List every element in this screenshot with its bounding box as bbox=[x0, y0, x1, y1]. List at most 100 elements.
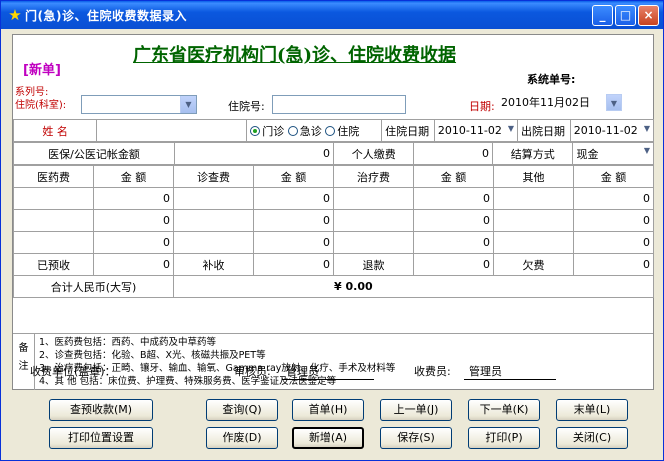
app-star-icon: ★ bbox=[8, 6, 22, 24]
query-button[interactable]: 查询(Q) bbox=[206, 399, 278, 421]
name-input[interactable] bbox=[96, 119, 248, 142]
admit-date-value: 2010-11-02 bbox=[437, 124, 502, 137]
settle-method-combo[interactable]: 现金 ▼ bbox=[572, 142, 654, 165]
print-position-button[interactable]: 打印位置设置 bbox=[49, 427, 153, 449]
self-pay-label: 个人缴费 bbox=[332, 142, 415, 165]
reviewer-underline bbox=[282, 379, 374, 380]
add-button[interactable]: 新增(A) bbox=[292, 427, 364, 449]
fee-item-cell[interactable] bbox=[13, 231, 94, 254]
receipt-form: 广东省医疗机构门(急)诊、住院收费收据 [新单] 系统单号: 系列号: 住院(科… bbox=[12, 34, 655, 390]
query-prepaid-button[interactable]: 查预收款(M) bbox=[49, 399, 153, 421]
radio-unchecked-icon bbox=[287, 125, 298, 136]
fee-item-cell[interactable] bbox=[13, 209, 94, 232]
maximize-button[interactable]: □ bbox=[615, 5, 636, 26]
payment-row-table: 医保/公医记帐金额 0 个人缴费 0 结算方式 现金 ▼ bbox=[13, 142, 654, 165]
refund-input[interactable]: 0 bbox=[413, 253, 494, 276]
fee-amount-cell[interactable]: 0 bbox=[573, 209, 654, 232]
note-line: 2、诊查费包括：化验、B超、X光、核磁共振及PET等 bbox=[39, 350, 266, 361]
unit-label: 收费单位(盖章)： bbox=[30, 365, 116, 378]
fee-amount-cell[interactable]: 0 bbox=[253, 231, 334, 254]
settle-method-label: 结算方式 bbox=[491, 142, 574, 165]
fee-item-cell[interactable] bbox=[493, 231, 574, 254]
cashier-value: 管理员 bbox=[469, 365, 502, 378]
self-pay-input[interactable]: 0 bbox=[413, 142, 493, 165]
supplement-label: 补收 bbox=[173, 253, 254, 276]
department-label: 住院(科室): bbox=[15, 100, 67, 111]
fee-table: 医药费 金 额 诊查费 金 额 治疗费 金 额 其他 金 额 0 0 0 0 0… bbox=[13, 165, 654, 298]
save-button[interactable]: 保存(S) bbox=[380, 427, 452, 449]
settle-dropdown-icon[interactable]: ▼ bbox=[644, 146, 650, 155]
prev-record-button[interactable]: 上一单(J) bbox=[380, 399, 452, 421]
discharge-date-value: 2010-11-02 bbox=[573, 124, 638, 137]
fee-item-cell[interactable] bbox=[493, 209, 574, 232]
minimize-button[interactable]: _ bbox=[592, 5, 613, 26]
fee-item-cell[interactable] bbox=[333, 209, 414, 232]
discharge-date-field[interactable]: 2010-11-02 ▼ bbox=[569, 119, 655, 142]
title-bar[interactable]: ★ 门(急)诊、住院收费数据录入 _ □ × bbox=[1, 1, 663, 29]
fee-header: 金 额 bbox=[93, 165, 174, 188]
fee-item-cell[interactable] bbox=[173, 187, 254, 210]
next-record-button[interactable]: 下一单(K) bbox=[468, 399, 540, 421]
notes-label: 备注 bbox=[13, 334, 35, 390]
fee-header-row: 医药费 金 额 诊查费 金 额 治疗费 金 额 其他 金 额 bbox=[13, 165, 654, 188]
fee-amount-cell[interactable]: 0 bbox=[93, 187, 174, 210]
receipt-heading: 广东省医疗机构门(急)诊、住院收费收据 bbox=[133, 45, 457, 66]
close-button[interactable]: 关闭(C) bbox=[556, 427, 628, 449]
client-area: 广东省医疗机构门(急)诊、住院收费收据 [新单] 系统单号: 系列号: 住院(科… bbox=[4, 29, 660, 459]
name-label: 姓 名 bbox=[12, 119, 98, 142]
date-picker[interactable]: 2010年11月02日 ▼ bbox=[498, 94, 622, 113]
fee-amount-cell[interactable]: 0 bbox=[413, 187, 494, 210]
fee-item-cell[interactable] bbox=[13, 187, 94, 210]
fee-item-cell[interactable] bbox=[333, 231, 414, 254]
fee-amount-cell[interactable]: 0 bbox=[413, 209, 494, 232]
total-row: 合计人民币(大写) ¥ 0.00 bbox=[13, 275, 654, 298]
inpatient-no-input[interactable] bbox=[272, 95, 406, 114]
fee-header: 治疗费 bbox=[333, 165, 414, 188]
dropdown-arrow-icon[interactable]: ▼ bbox=[180, 96, 196, 113]
fee-header: 金 额 bbox=[253, 165, 334, 188]
print-button[interactable]: 打印(P) bbox=[468, 427, 540, 449]
notes-lines: 1、医药费包括：西药、中成药及中草药等 2、诊查费包括：化验、B超、X光、核磁共… bbox=[39, 336, 395, 388]
cashier-underline bbox=[464, 379, 556, 380]
fee-amount-cell[interactable]: 0 bbox=[573, 231, 654, 254]
fee-header: 其他 bbox=[493, 165, 574, 188]
radio-unchecked-icon bbox=[325, 125, 336, 136]
fee-amount-cell[interactable]: 0 bbox=[93, 209, 174, 232]
fee-header: 金 额 bbox=[413, 165, 494, 188]
fee-amount-cell[interactable]: 0 bbox=[573, 187, 654, 210]
fee-item-cell[interactable] bbox=[173, 231, 254, 254]
fee-amount-cell[interactable]: 0 bbox=[93, 231, 174, 254]
calendar-dropdown-icon[interactable]: ▼ bbox=[606, 94, 622, 111]
reviewer-label: 审核员: bbox=[234, 365, 271, 378]
fee-item-cell[interactable] bbox=[173, 209, 254, 232]
name-row-table: 姓 名 门诊 急诊 住院 住院日期 2010-11-02 ▼ 出院日期 2010… bbox=[12, 119, 655, 142]
admit-date-field[interactable]: 2010-11-02 ▼ bbox=[433, 119, 519, 142]
prepaid-label: 已预收 bbox=[13, 253, 94, 276]
insurance-amount-input[interactable]: 0 bbox=[174, 142, 334, 165]
close-window-button[interactable]: × bbox=[638, 5, 659, 26]
discharge-date-dropdown-icon[interactable]: ▼ bbox=[644, 124, 650, 133]
fee-amount-cell[interactable]: 0 bbox=[413, 231, 494, 254]
total-amount: ¥ 0.00 bbox=[173, 275, 654, 298]
owed-input[interactable]: 0 bbox=[573, 253, 654, 276]
supplement-input[interactable]: 0 bbox=[253, 253, 334, 276]
fee-amount-cell[interactable]: 0 bbox=[253, 187, 334, 210]
radio-outpatient[interactable]: 门诊 bbox=[250, 125, 284, 138]
first-record-button[interactable]: 首单(H) bbox=[292, 399, 364, 421]
fee-item-cell[interactable] bbox=[493, 187, 574, 210]
insurance-label: 医保/公医记帐金额 bbox=[13, 142, 175, 165]
admit-date-dropdown-icon[interactable]: ▼ bbox=[508, 124, 514, 133]
fee-amount-cell[interactable]: 0 bbox=[253, 209, 334, 232]
refund-label: 退款 bbox=[333, 253, 414, 276]
prepaid-input[interactable]: 0 bbox=[93, 253, 174, 276]
fee-header: 金 额 bbox=[573, 165, 654, 188]
radio-inpatient[interactable]: 住院 bbox=[325, 125, 359, 138]
cashier-label: 收费员: bbox=[414, 365, 451, 378]
system-no-label: 系统单号: bbox=[527, 73, 576, 86]
department-combo[interactable]: ▼ bbox=[81, 95, 197, 114]
note-line: 1、医药费包括：西药、中成药及中草药等 bbox=[39, 337, 217, 348]
last-record-button[interactable]: 末单(L) bbox=[556, 399, 628, 421]
radio-emergency[interactable]: 急诊 bbox=[287, 125, 322, 138]
void-button[interactable]: 作废(D) bbox=[206, 427, 278, 449]
fee-item-cell[interactable] bbox=[333, 187, 414, 210]
